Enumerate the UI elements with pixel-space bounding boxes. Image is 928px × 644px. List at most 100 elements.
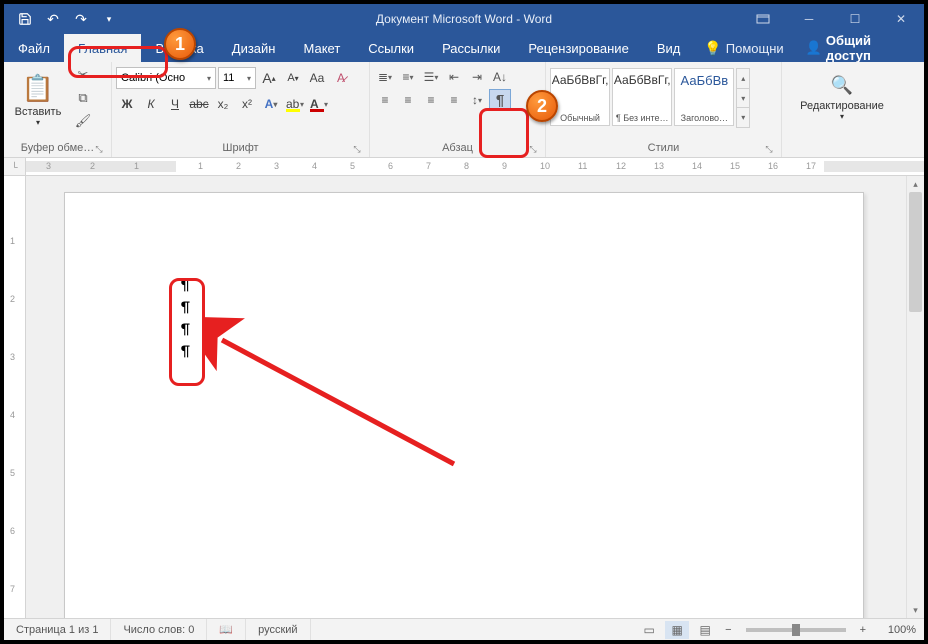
status-language[interactable]: русский — [246, 619, 310, 640]
maximize-button[interactable]: ☐ — [832, 4, 878, 34]
styles-scroll[interactable]: ▴ ▾ ▾ — [736, 68, 750, 128]
zoom-in-button[interactable]: + — [856, 624, 870, 636]
page-content[interactable]: ¶ ¶ ¶ ¶ — [65, 193, 863, 363]
styles-more-icon[interactable]: ▾ — [737, 108, 749, 127]
cut-button[interactable]: ✂ — [72, 64, 94, 86]
tab-review[interactable]: Рецензирование — [514, 34, 642, 62]
document-area: 1234567 ¶ ¶ ¶ ¶ — [4, 176, 906, 618]
sort-button[interactable]: A↓ — [489, 66, 511, 88]
superscript-button[interactable]: x² — [236, 93, 258, 115]
subscript-button[interactable]: x₂ — [212, 93, 234, 115]
ribbon: 📋 Вставить ▾ ✂ ⧉ 🖌 Буфер обме… ⤡ C — [4, 62, 924, 158]
italic-button[interactable]: К — [140, 93, 162, 115]
close-button[interactable]: ✕ — [878, 4, 924, 34]
callout-1: 1 — [164, 28, 196, 60]
group-styles: АаБбВвГг, Обычный АаБбВвГг, ¶ Без инте… … — [546, 62, 782, 157]
scroll-up-icon[interactable]: ▴ — [907, 176, 924, 192]
ruler-corner[interactable]: └ — [4, 158, 26, 176]
page[interactable]: ¶ ¶ ¶ ¶ — [64, 192, 864, 618]
line-spacing-button[interactable]: ↕▾ — [466, 89, 488, 111]
justify-button[interactable]: ≡ — [443, 89, 465, 111]
shrink-font-button[interactable]: A▾ — [282, 67, 304, 89]
align-left-button[interactable]: ≡ — [374, 89, 396, 111]
style-heading1[interactable]: АаБбВв Заголово… — [674, 68, 734, 126]
copy-button[interactable]: ⧉ — [72, 87, 94, 109]
bulb-icon: 💡 — [704, 40, 721, 57]
group-label-paragraph: Абзац ⤡ — [374, 140, 541, 157]
paragraph-dialog-launcher[interactable]: ⤡ — [527, 143, 539, 155]
zoom-slider[interactable] — [746, 628, 846, 632]
styles-down-icon[interactable]: ▾ — [737, 89, 749, 109]
group-label-styles: Стили ⤡ — [550, 140, 777, 157]
status-page[interactable]: Страница 1 из 1 — [4, 619, 111, 640]
tell-me-search[interactable]: 💡Помощни — [694, 34, 793, 62]
minimize-button[interactable]: ─ — [786, 4, 832, 34]
undo-button[interactable]: ↶ — [40, 6, 66, 32]
strike-button[interactable]: abc — [188, 93, 210, 115]
ruler-vertical[interactable]: 1234567 — [4, 176, 26, 618]
numbering-button[interactable]: ≡▾ — [397, 66, 419, 88]
tab-references[interactable]: Ссылки — [354, 34, 428, 62]
ruler-horizontal[interactable]: └ 3211234567891011121314151617 — [4, 158, 924, 176]
font-size-combo[interactable]: 11▾ — [218, 67, 256, 89]
font-color-button[interactable]: A▾ — [308, 93, 330, 115]
text-effects-button[interactable]: A▾ — [260, 93, 282, 115]
save-button[interactable] — [12, 6, 38, 32]
ribbon-tabs: Файл Главная Вставка Дизайн Макет Ссылки… — [4, 34, 924, 62]
view-print-button[interactable]: ▦ — [665, 621, 689, 639]
decrease-indent-button[interactable]: ⇤ — [443, 66, 465, 88]
status-bar: Страница 1 из 1 Число слов: 0 📖 русский … — [4, 618, 924, 640]
increase-indent-button[interactable]: ⇥ — [466, 66, 488, 88]
zoom-out-button[interactable]: − — [721, 624, 735, 636]
multilevel-button[interactable]: ☰▾ — [420, 66, 442, 88]
vertical-scrollbar[interactable]: ▴ ▾ — [906, 176, 924, 618]
tab-file[interactable]: Файл — [4, 34, 64, 62]
show-pilcrow-button[interactable]: ¶ — [489, 89, 511, 111]
clipboard-dialog-launcher[interactable]: ⤡ — [93, 143, 105, 155]
scroll-down-icon[interactable]: ▾ — [907, 602, 924, 618]
find-icon: 🔍 — [831, 75, 853, 96]
style-no-spacing[interactable]: АаБбВвГг, ¶ Без инте… — [612, 68, 672, 126]
clear-formatting-button[interactable]: A̷ — [330, 67, 352, 89]
ribbon-options-icon[interactable] — [740, 4, 786, 34]
change-case-button[interactable]: Aa — [306, 67, 328, 89]
grow-font-button[interactable]: A▴ — [258, 67, 280, 89]
tab-design[interactable]: Дизайн — [218, 34, 290, 62]
quick-access-toolbar: ↶ ↷ ▾ — [4, 6, 122, 32]
zoom-level[interactable]: 100% — [874, 624, 916, 636]
share-button[interactable]: 👤Общий доступ — [794, 34, 924, 62]
status-proof[interactable]: 📖 — [207, 619, 246, 640]
align-center-button[interactable]: ≡ — [397, 89, 419, 111]
share-icon: 👤 — [806, 40, 822, 56]
pilcrow-mark: ¶ — [181, 275, 863, 297]
style-normal[interactable]: АаБбВвГг, Обычный — [550, 68, 610, 126]
view-read-button[interactable]: ▭ — [637, 621, 661, 639]
align-right-button[interactable]: ≡ — [420, 89, 442, 111]
format-painter-button[interactable]: 🖌 — [72, 110, 94, 132]
tab-view[interactable]: Вид — [643, 34, 695, 62]
styles-dialog-launcher[interactable]: ⤡ — [763, 143, 775, 155]
underline-button[interactable]: Ч — [164, 93, 186, 115]
bold-button[interactable]: Ж — [116, 93, 138, 115]
status-words[interactable]: Число слов: 0 — [111, 619, 207, 640]
editing-button[interactable]: 🔍 Редактирование ▾ — [794, 64, 890, 132]
title-bar: ↶ ↷ ▾ Документ Microsoft Word - Word ─ ☐… — [4, 4, 924, 34]
redo-button[interactable]: ↷ — [68, 6, 94, 32]
bullets-button[interactable]: ≣▾ — [374, 66, 396, 88]
font-dialog-launcher[interactable]: ⤡ — [351, 143, 363, 155]
font-name-combo[interactable]: Calibri (Осно▾ — [116, 67, 216, 89]
group-paragraph: ≣▾ ≡▾ ☰▾ ⇤ ⇥ A↓ ≡ ≡ ≡ ≡ ↕▾ ¶ Абзац ⤡ — [370, 62, 546, 157]
paste-button[interactable]: 📋 Вставить ▾ — [8, 64, 68, 136]
scroll-thumb[interactable] — [909, 192, 922, 312]
tab-home[interactable]: Главная — [64, 34, 141, 62]
group-clipboard: 📋 Вставить ▾ ✂ ⧉ 🖌 Буфер обме… ⤡ — [4, 62, 112, 157]
qat-customize[interactable]: ▾ — [96, 6, 122, 32]
pilcrow-mark: ¶ — [181, 319, 863, 341]
tab-layout[interactable]: Макет — [289, 34, 354, 62]
highlight-button[interactable]: ab▾ — [284, 93, 306, 115]
styles-up-icon[interactable]: ▴ — [737, 69, 749, 89]
view-web-button[interactable]: ▤ — [693, 621, 717, 639]
window-title: Документ Microsoft Word - Word — [376, 12, 552, 26]
tab-mailings[interactable]: Рассылки — [428, 34, 514, 62]
group-editing: 🔍 Редактирование ▾ — [782, 62, 902, 157]
